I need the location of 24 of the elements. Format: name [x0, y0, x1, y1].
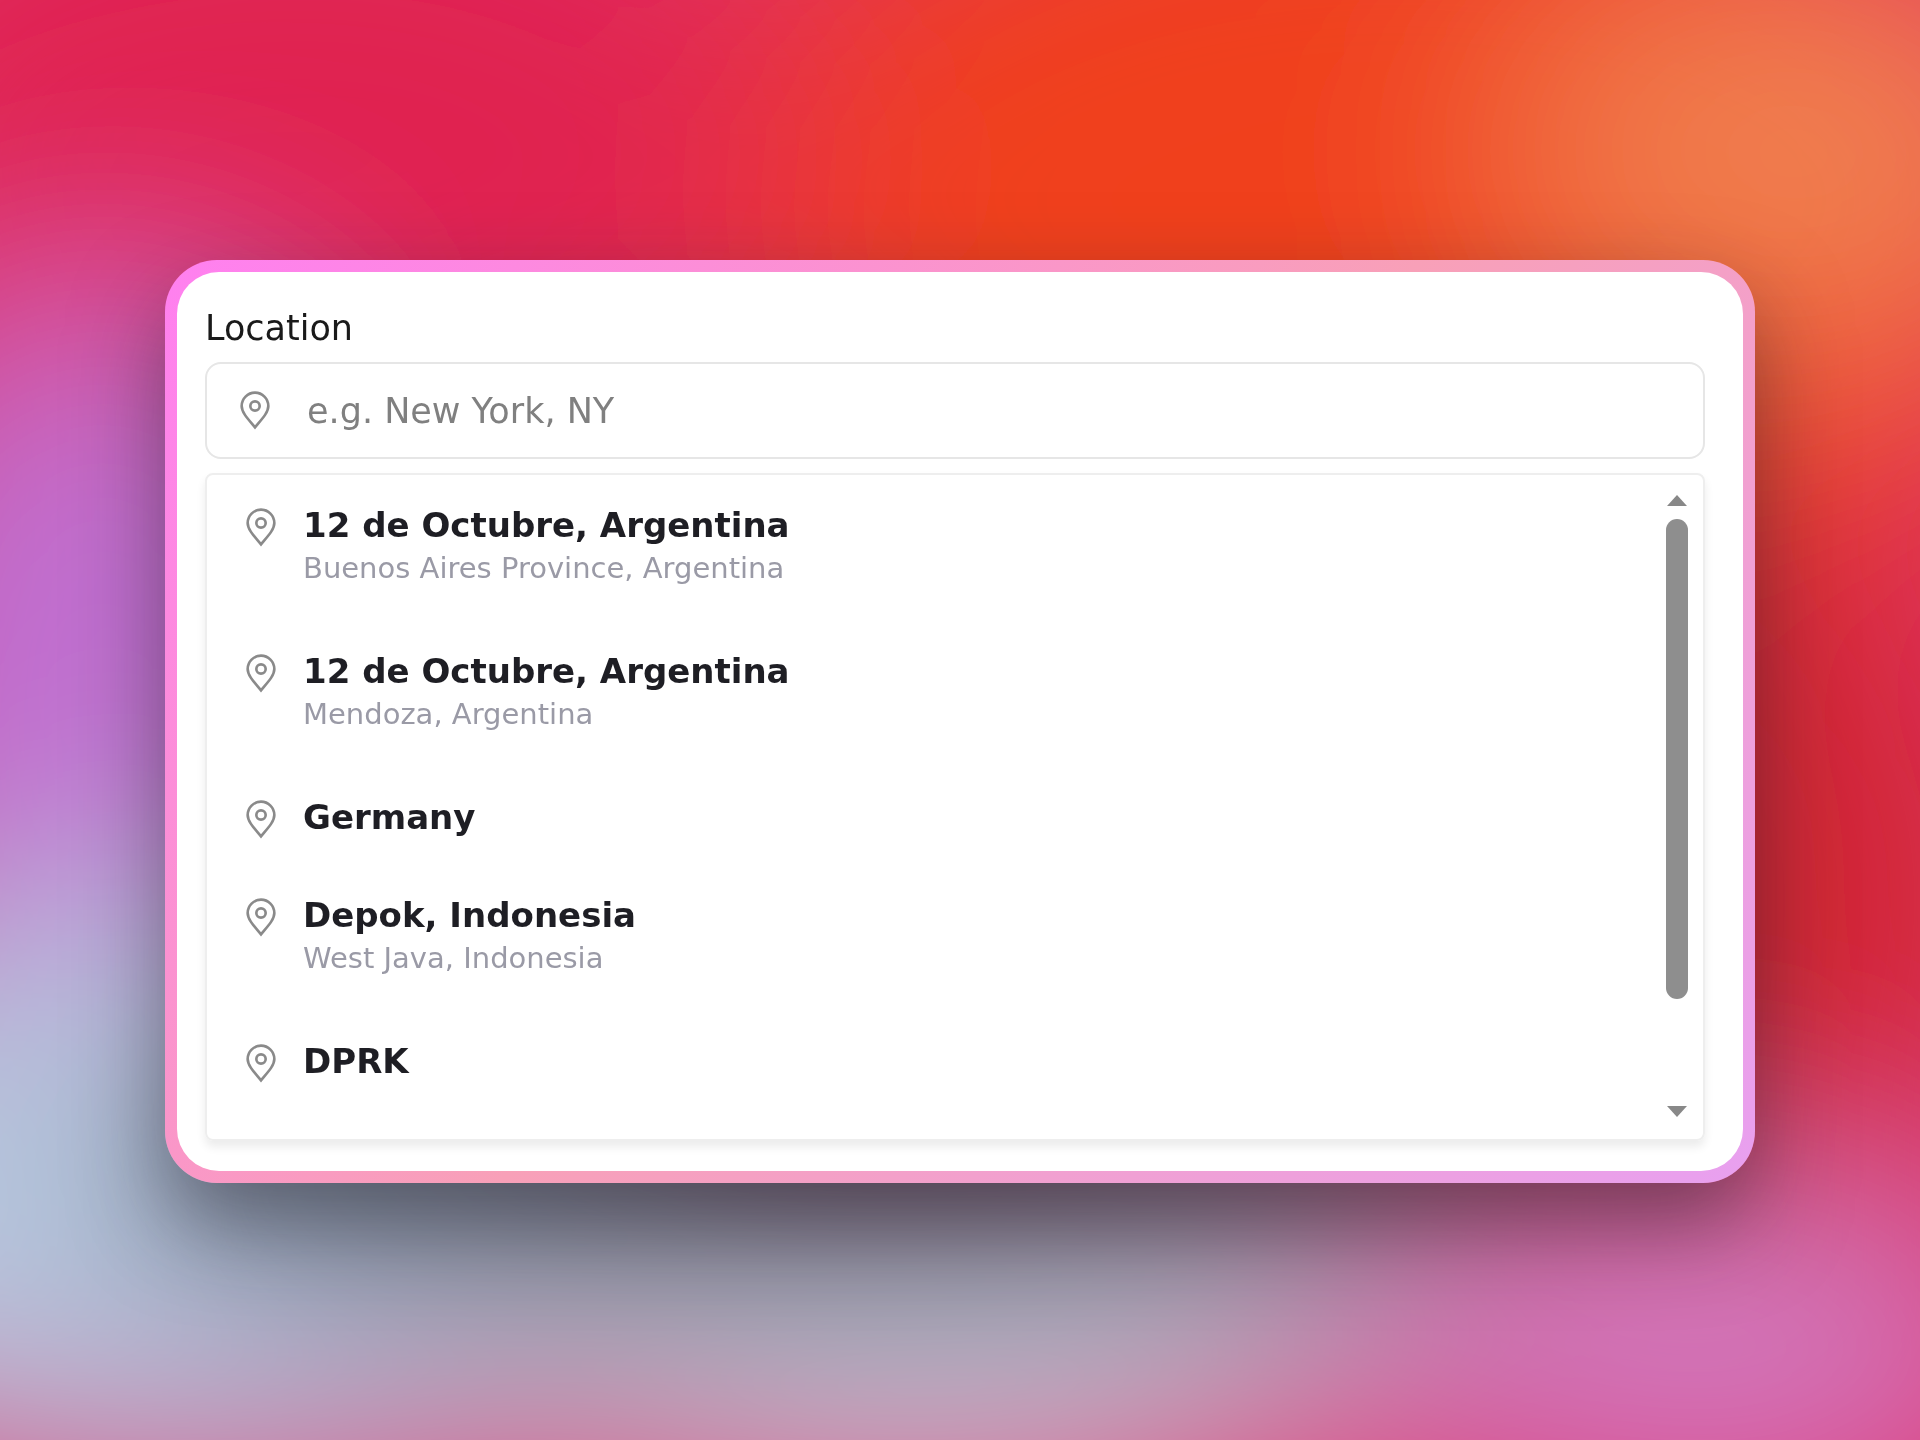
location-field[interactable]: e.g. New York, NY — [205, 362, 1705, 459]
place-name: 12 de Octubre, Argentina — [303, 505, 790, 545]
pin-icon — [245, 799, 277, 839]
field-label: Location — [205, 308, 355, 348]
pin-icon — [245, 507, 277, 547]
pin-icon — [245, 897, 277, 937]
suggestion-item[interactable]: 12 de Octubre, Argentina Mendoza, Argentina — [207, 651, 1657, 797]
place-name: 12 de Octubre, Argentina — [303, 651, 790, 691]
place-region: West Java, Indonesia — [303, 941, 605, 975]
scrollbar-thumb[interactable] — [1666, 519, 1688, 999]
pin-icon — [239, 390, 271, 430]
place-name: Germany — [303, 797, 476, 837]
place-region: Mendoza, Argentina — [303, 697, 595, 731]
place-region: Buenos Aires Province, Argentina — [303, 551, 786, 585]
scroll-up-icon[interactable] — [1665, 493, 1689, 507]
suggestion-item[interactable]: Depok, Indonesia West Java, Indonesia — [207, 895, 1657, 1041]
pin-icon — [245, 1043, 277, 1083]
suggestion-item[interactable]: DPRK — [207, 1041, 1657, 1139]
place-name: Depok, Indonesia — [303, 895, 636, 935]
scroll-down-icon[interactable] — [1665, 1105, 1689, 1119]
suggestion-item[interactable]: Germany — [207, 797, 1657, 895]
place-name: DPRK — [303, 1041, 409, 1081]
suggestion-item[interactable]: 12 de Octubre, Argentina Buenos Aires Province, Argentina — [207, 505, 1657, 651]
pin-icon — [245, 653, 277, 693]
